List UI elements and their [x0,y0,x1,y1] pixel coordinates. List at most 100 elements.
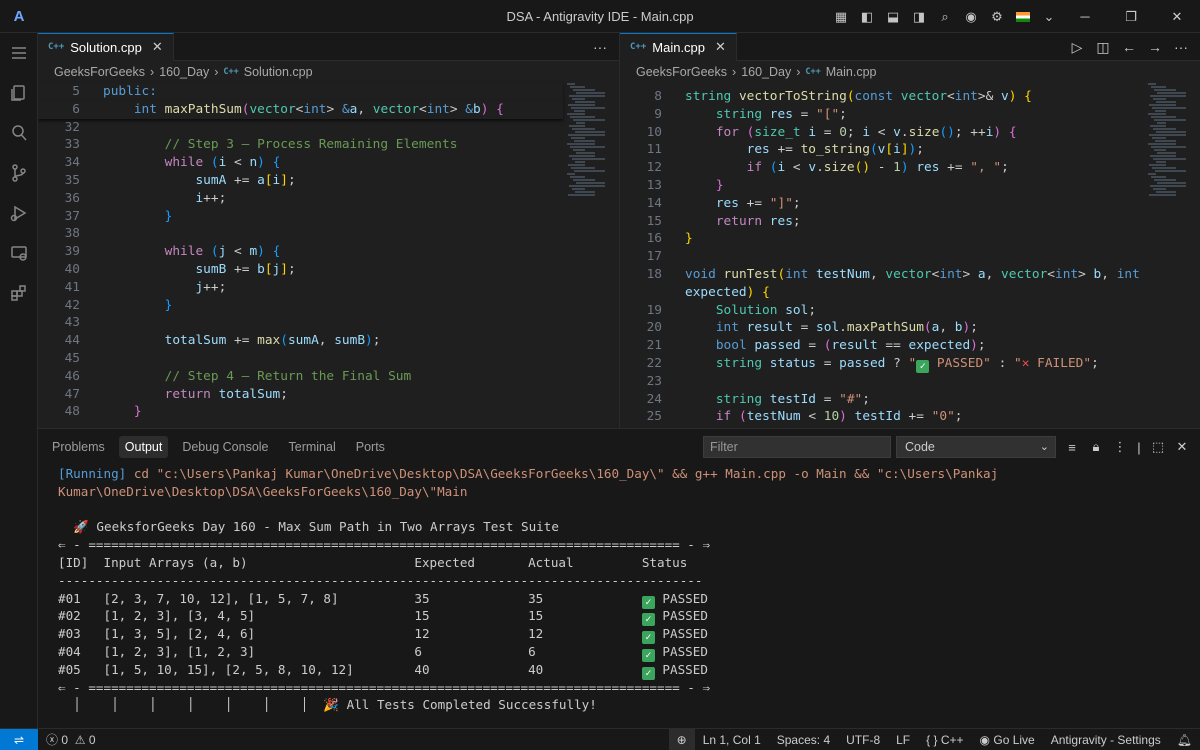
code-line[interactable]: 12 if (i < v.size() - 1) res += ", "; [620,159,1130,177]
code-line[interactable]: 35 sumA += a[i]; [38,172,563,190]
code-line[interactable]: 34 while (i < n) { [38,154,563,172]
tab-problems[interactable]: Problems [46,436,111,458]
menu-icon[interactable] [0,33,38,73]
search-view-icon[interactable] [0,113,38,153]
code-line[interactable]: 39 while (j < m) { [38,243,563,261]
source-control-icon[interactable] [0,153,38,193]
breadcrumb-item[interactable]: GeeksForGeeks [636,65,727,79]
code-line[interactable]: 36 i++; [38,190,563,208]
settings-status[interactable]: Antigravity - Settings [1043,729,1169,750]
search-icon[interactable]: ⌕ [933,5,957,29]
maximize-panel-icon[interactable]: ⬚ [1146,435,1170,459]
navigate-back-icon[interactable]: ← [1116,34,1142,60]
tab-solution-cpp[interactable]: C++ Solution.cpp ✕ [38,33,174,61]
code-line[interactable]: 46 // Step 4 — Return the Final Sum [38,368,563,386]
tab-debug-console[interactable]: Debug Console [176,436,274,458]
code-line[interactable]: 33 // Step 3 — Process Remaining Element… [38,136,563,154]
encoding[interactable]: UTF-8 [838,729,888,750]
notifications-bell-icon[interactable]: 🔔︎ [1169,729,1200,750]
code-line[interactable]: 25 if (testNum < 10) testId += "0"; [620,408,1130,426]
minimap[interactable] [567,83,607,213]
code-editor-main[interactable]: 8 string vectorToString(const vector<int>… [620,88,1140,426]
code-line[interactable]: 17 [620,248,1130,266]
code-line[interactable]: 47 return totalSum; [38,386,563,404]
cursor-position[interactable]: Ln 1, Col 1 [695,729,769,750]
code-line[interactable]: 20 int result = sol.maxPathSum(a, b); [620,319,1130,337]
close-window-button[interactable]: ✕ [1154,0,1200,33]
more-actions-icon[interactable]: ⋮ [1108,435,1132,459]
extensions-icon[interactable] [0,273,38,313]
clear-output-icon[interactable]: ≡ [1060,435,1084,459]
remote-indicator-icon[interactable]: ⇌ [0,728,38,750]
close-tab-icon[interactable]: ✕ [715,39,726,55]
restore-button[interactable]: ❐ [1108,0,1154,33]
tab-output[interactable]: Output [118,436,169,458]
code-line[interactable]: 24 string testId = "#"; [620,391,1130,409]
toggle-layout-icon[interactable]: ▦ [829,5,853,29]
minimap[interactable] [1148,83,1188,213]
code-line[interactable]: 9 string res = "["; [620,106,1130,124]
code-line[interactable]: 15 return res; [620,213,1130,231]
breadcrumb-item[interactable]: Main.cpp [826,65,877,79]
code-line[interactable]: 45 [38,350,563,368]
run-file-icon[interactable]: ▷ [1064,34,1090,60]
output-channel-select[interactable]: Code ⌄ [896,436,1056,458]
breadcrumb-item[interactable]: 160_Day [159,65,209,79]
tab-main-cpp[interactable]: C++ Main.cpp ✕ [620,33,737,61]
account-icon[interactable]: ⌄ [1037,5,1061,29]
remote-explorer-icon[interactable] [0,233,38,273]
code-line[interactable]: 21 bool passed = (result == expected); [620,337,1130,355]
navigate-forward-icon[interactable]: → [1142,34,1168,60]
line-ending[interactable]: LF [888,729,918,750]
code-editor-solution[interactable]: 5 public: 6 int maxPathSum(vector<int> &a,… [38,83,563,421]
split-editor-icon[interactable]: ◫ [1090,34,1116,60]
toggle-secondary-sidebar-icon[interactable]: ◨ [907,5,931,29]
breadcrumb-item[interactable]: 160_Day [741,65,791,79]
explorer-icon[interactable] [0,73,38,113]
code-line[interactable]: 48 } [38,403,563,421]
code-line[interactable]: 32 [38,119,563,137]
indentation[interactable]: Spaces: 4 [769,729,838,750]
sticky-code-line[interactable]: 5 public: [38,83,563,101]
go-live-button[interactable]: ◉ Go Live [972,729,1043,750]
code-line[interactable]: 10 for (size_t i = 0; i < v.size(); ++i)… [620,124,1130,142]
code-line[interactable]: 8 string vectorToString(const vector<int>… [620,88,1130,106]
code-line[interactable]: 41 j++; [38,279,563,297]
flag-icon[interactable] [1011,5,1035,29]
code-line[interactable]: 14 res += "]"; [620,195,1130,213]
breadcrumb-item[interactable]: GeeksForGeeks [54,65,145,79]
settings-gear-icon[interactable]: ⚙ [985,5,1009,29]
code-line[interactable]: 40 sumB += b[j]; [38,261,563,279]
lock-scroll-icon[interactable]: 🔒︎ [1084,435,1108,459]
code-line[interactable]: 16} [620,230,1130,248]
close-tab-icon[interactable]: ✕ [152,39,163,55]
code-line[interactable]: 19 Solution sol; [620,302,1130,320]
language-mode[interactable]: { } C++ [918,729,971,750]
tab-terminal[interactable]: Terminal [283,436,342,458]
sticky-code-line[interactable]: 6 int maxPathSum(vector<int> &a, vector<… [38,100,563,119]
code-line[interactable]: 18 void runTest(int testNum, vector<int> … [620,266,1140,284]
code-line[interactable]: 44 totalSum += max(sumA, sumB); [38,332,563,350]
breadcrumb-item[interactable]: Solution.cpp [244,65,313,79]
toggle-sidebar-icon[interactable]: ◧ [855,5,879,29]
problems-indicator[interactable]: ⓧ 0 ⚠ 0 [38,729,104,750]
code-line[interactable]: 43 [38,314,563,332]
output-filter-input[interactable]: Filter [703,436,891,458]
code-line[interactable]: 37 } [38,208,563,226]
more-actions-icon[interactable]: ··· [587,34,613,60]
minimize-button[interactable]: ─ [1062,0,1108,33]
code-line[interactable]: 42 } [38,297,563,315]
tab-ports[interactable]: Ports [350,436,391,458]
more-actions-icon[interactable]: ··· [1168,34,1194,60]
code-line[interactable]: expected) { [620,284,1130,302]
code-line[interactable]: 22 string status = passed ? " ✓ PASSED" :… [620,355,1130,373]
toggle-panel-icon[interactable]: ⬓ [881,5,905,29]
run-debug-icon[interactable] [0,193,38,233]
browser-icon[interactable]: ◉ [959,5,983,29]
code-line[interactable]: 38 [38,225,563,243]
code-line[interactable]: 11 res += to_string(v[i]); [620,141,1130,159]
code-line[interactable]: 23 [620,373,1130,391]
output-log[interactable]: [Running] cd "c:\Users\Pankaj Kumar\OneD… [58,465,998,714]
zoom-icon[interactable]: ⊕ [668,729,695,750]
close-panel-icon[interactable]: ✕ [1170,435,1194,459]
